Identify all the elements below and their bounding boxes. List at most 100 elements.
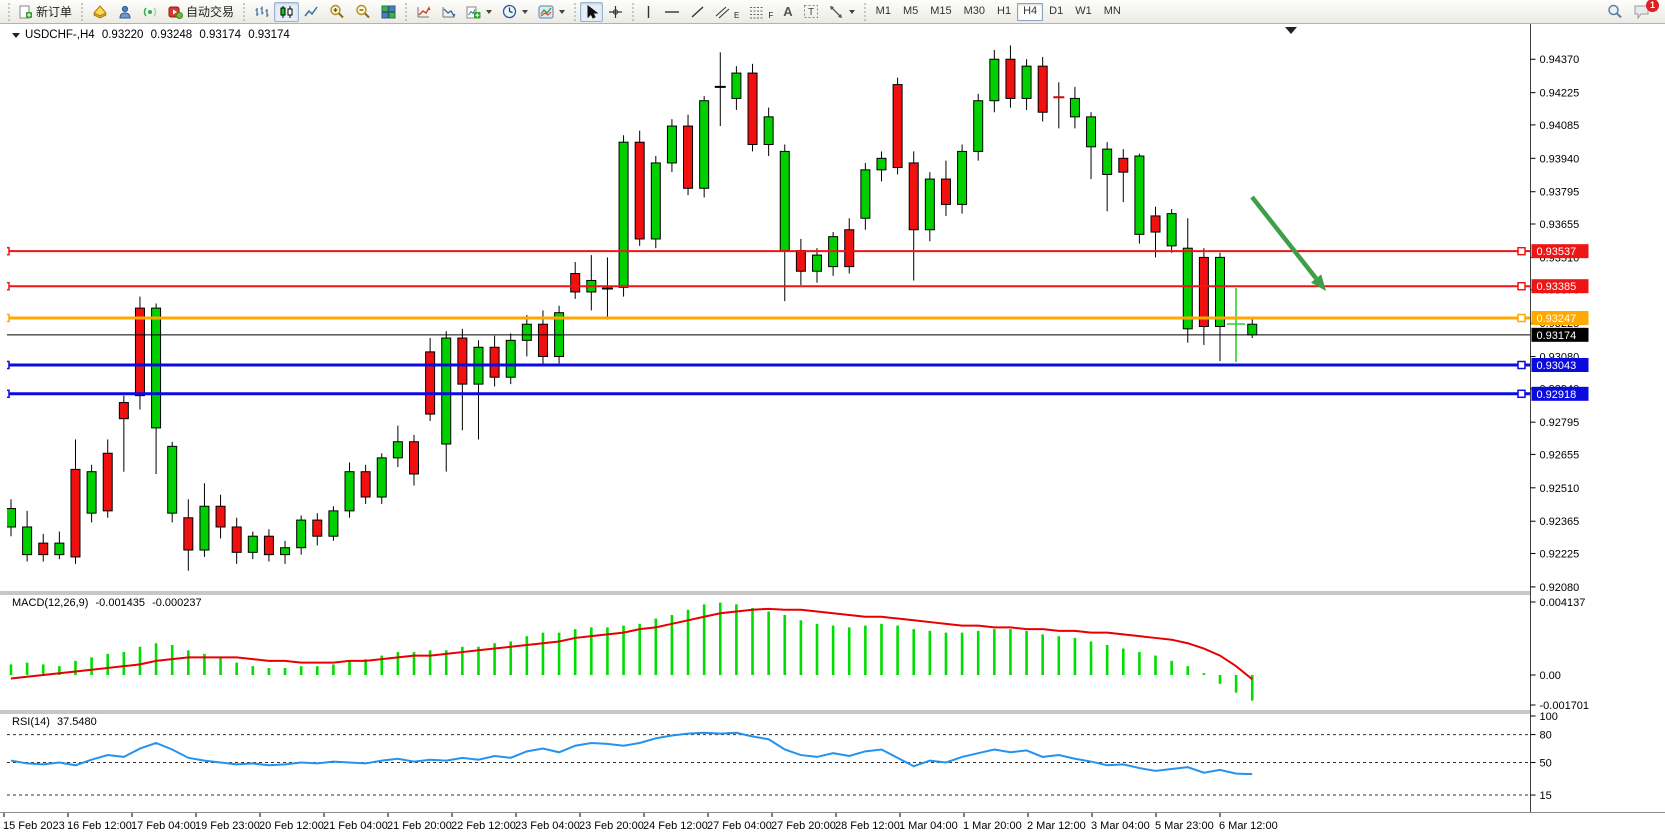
trendline-icon bbox=[690, 5, 705, 19]
candle-body bbox=[1022, 66, 1031, 98]
price-tick-label: 0.94370 bbox=[1540, 54, 1580, 66]
price-tick-label: 0.93795 bbox=[1540, 187, 1580, 199]
market-watch-button[interactable] bbox=[87, 2, 113, 22]
zoom-in-button[interactable] bbox=[324, 2, 350, 22]
zoom-out-button[interactable] bbox=[350, 2, 376, 22]
new-chart-button[interactable] bbox=[461, 2, 497, 22]
high-value: 0.93248 bbox=[151, 29, 193, 41]
timeframe-mn[interactable]: MN bbox=[1098, 3, 1127, 21]
candle-body bbox=[200, 506, 209, 550]
candle-body bbox=[23, 527, 32, 555]
rsi-name: RSI(14) bbox=[12, 716, 50, 728]
time-tick-label: 28 Feb 12:00 bbox=[835, 820, 900, 832]
candle-body bbox=[1199, 257, 1208, 326]
toolbar-grip[interactable] bbox=[403, 3, 409, 21]
channel-tool-button[interactable]: E bbox=[710, 2, 744, 22]
timeframe-h4[interactable]: H4 bbox=[1017, 3, 1043, 21]
line-handle[interactable] bbox=[1518, 248, 1525, 255]
candle-body bbox=[748, 73, 757, 144]
chart-canvas[interactable]: 0.943700.942250.940850.939400.937950.936… bbox=[0, 24, 1665, 838]
time-tick-label: 3 Mar 04:00 bbox=[1091, 820, 1150, 832]
candle-body bbox=[974, 101, 983, 152]
notifications-button[interactable]: 1 bbox=[1628, 2, 1655, 22]
templates-button[interactable] bbox=[533, 2, 570, 22]
candle-body bbox=[861, 170, 870, 218]
toolbar-grip[interactable] bbox=[862, 3, 868, 21]
tile-windows-icon bbox=[381, 5, 396, 19]
chart-menu-icon[interactable] bbox=[12, 33, 20, 38]
open-value: 0.93220 bbox=[102, 29, 144, 41]
candle-body bbox=[619, 142, 628, 287]
timeframe-m30[interactable]: M30 bbox=[958, 3, 991, 21]
label-tool-button[interactable]: T bbox=[798, 2, 824, 22]
show-bid-line-button[interactable] bbox=[411, 2, 436, 22]
show-ask-line-button[interactable] bbox=[436, 2, 461, 22]
periodicity-button[interactable] bbox=[497, 2, 533, 22]
tile-windows-button[interactable] bbox=[376, 2, 401, 22]
new-order-button[interactable]: 新订单 bbox=[14, 2, 77, 22]
time-tick-label: 21 Feb 04:00 bbox=[323, 820, 388, 832]
arrows-tool-button[interactable] bbox=[824, 2, 860, 22]
trendline-tool-button[interactable] bbox=[685, 2, 710, 22]
toolbar-grip[interactable] bbox=[6, 3, 12, 21]
candle-body bbox=[635, 142, 644, 239]
candle-body bbox=[297, 520, 306, 548]
signals-icon bbox=[143, 5, 158, 19]
search-button[interactable] bbox=[1602, 2, 1628, 22]
svg-text:T: T bbox=[808, 7, 814, 18]
candlestick-mode-button[interactable] bbox=[274, 2, 299, 22]
candle-body bbox=[410, 442, 419, 474]
new-chart-icon bbox=[466, 5, 481, 19]
line-handle[interactable] bbox=[1518, 362, 1525, 369]
candle-body bbox=[571, 274, 580, 292]
candle-body bbox=[71, 469, 80, 557]
candle-body bbox=[55, 543, 64, 555]
toolbar-grip[interactable] bbox=[241, 3, 247, 21]
auto-trading-button[interactable]: 自动交易 bbox=[163, 2, 239, 22]
time-tick-label: 27 Feb 20:00 bbox=[771, 820, 836, 832]
rsi-tick-label: 50 bbox=[1540, 758, 1552, 770]
crosshair-tool-button[interactable] bbox=[603, 2, 628, 22]
line-handle[interactable] bbox=[1518, 283, 1525, 290]
bar-chart-mode-button[interactable] bbox=[249, 2, 274, 22]
horizontal-line-tool-button[interactable] bbox=[659, 2, 685, 22]
timeframe-m1[interactable]: M1 bbox=[870, 3, 897, 21]
crosshair-icon bbox=[608, 5, 623, 19]
label-icon: T bbox=[803, 4, 819, 19]
time-tick-label: 22 Feb 12:00 bbox=[451, 820, 516, 832]
macd-tick-label: 0.00 bbox=[1540, 670, 1561, 682]
candle-body bbox=[732, 73, 741, 98]
candle-body bbox=[7, 509, 16, 527]
timeframe-w1[interactable]: W1 bbox=[1069, 3, 1098, 21]
price-tick-label: 0.92510 bbox=[1540, 483, 1580, 495]
candle-body bbox=[184, 518, 193, 550]
fibonacci-tool-button[interactable]: F bbox=[744, 2, 778, 22]
text-tool-button[interactable]: A bbox=[778, 2, 797, 22]
timeframe-m5[interactable]: M5 bbox=[897, 3, 924, 21]
vertical-line-tool-button[interactable] bbox=[638, 2, 659, 22]
toolbar-grip[interactable] bbox=[572, 3, 578, 21]
candle-body bbox=[393, 442, 402, 458]
time-tick-label: 2 Mar 12:00 bbox=[1027, 820, 1086, 832]
line-handle[interactable] bbox=[1518, 390, 1525, 397]
candle-body bbox=[990, 59, 999, 100]
time-tick-label: 27 Feb 04:00 bbox=[707, 820, 772, 832]
close-value: 0.93174 bbox=[248, 29, 290, 41]
toolbar-grip[interactable] bbox=[630, 3, 636, 21]
candle-body bbox=[1248, 324, 1257, 335]
candle-body bbox=[667, 126, 676, 163]
line-handle[interactable] bbox=[1518, 315, 1525, 322]
line-chart-mode-button[interactable] bbox=[299, 2, 324, 22]
price-badge-label: 0.93174 bbox=[1537, 330, 1577, 342]
timeframe-d1[interactable]: D1 bbox=[1043, 3, 1069, 21]
signals-button[interactable] bbox=[138, 2, 163, 22]
zoom-out-icon bbox=[355, 4, 371, 19]
toolbar-grip[interactable] bbox=[79, 3, 85, 21]
new-order-icon bbox=[19, 5, 33, 19]
timeframe-m15[interactable]: M15 bbox=[924, 3, 957, 21]
cursor-tool-button[interactable] bbox=[580, 2, 603, 22]
timeframe-h1[interactable]: H1 bbox=[991, 3, 1017, 21]
data-window-button[interactable] bbox=[113, 2, 138, 22]
time-tick-label: 24 Feb 12:00 bbox=[643, 820, 708, 832]
time-tick-label: 16 Feb 12:00 bbox=[67, 820, 132, 832]
